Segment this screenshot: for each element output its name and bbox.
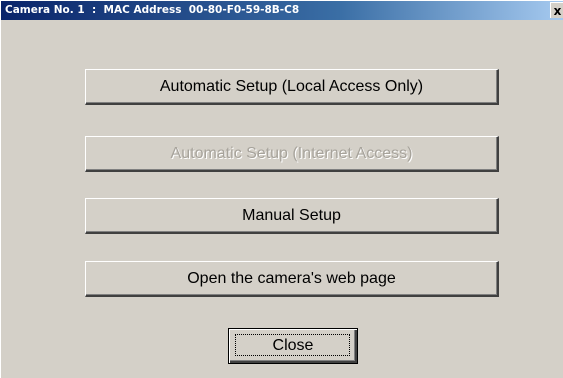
automatic-setup-local-button[interactable]: Automatic Setup (Local Access Only) — [85, 69, 499, 105]
setup-dialog: Camera No. 1 : MAC Address 00-80-F0-59-8… — [0, 0, 563, 378]
manual-setup-label: Manual Setup — [242, 207, 341, 224]
automatic-setup-internet-label: Automatic Setup (Internet Access) — [170, 145, 413, 162]
close-icon[interactable]: x — [550, 2, 563, 18]
close-button[interactable]: Close — [228, 328, 358, 364]
window-title: Camera No. 1 : MAC Address 00-80-F0-59-8… — [5, 4, 300, 16]
close-button-label: Close — [272, 337, 314, 354]
open-web-page-button[interactable]: Open the camera's web page — [85, 261, 499, 297]
title-bar[interactable]: Camera No. 1 : MAC Address 00-80-F0-59-8… — [1, 1, 563, 20]
manual-setup-button[interactable]: Manual Setup — [85, 198, 499, 234]
open-web-page-label: Open the camera's web page — [187, 270, 396, 287]
automatic-setup-local-label: Automatic Setup (Local Access Only) — [159, 78, 424, 95]
automatic-setup-internet-button: Automatic Setup (Internet Access) — [85, 136, 499, 172]
